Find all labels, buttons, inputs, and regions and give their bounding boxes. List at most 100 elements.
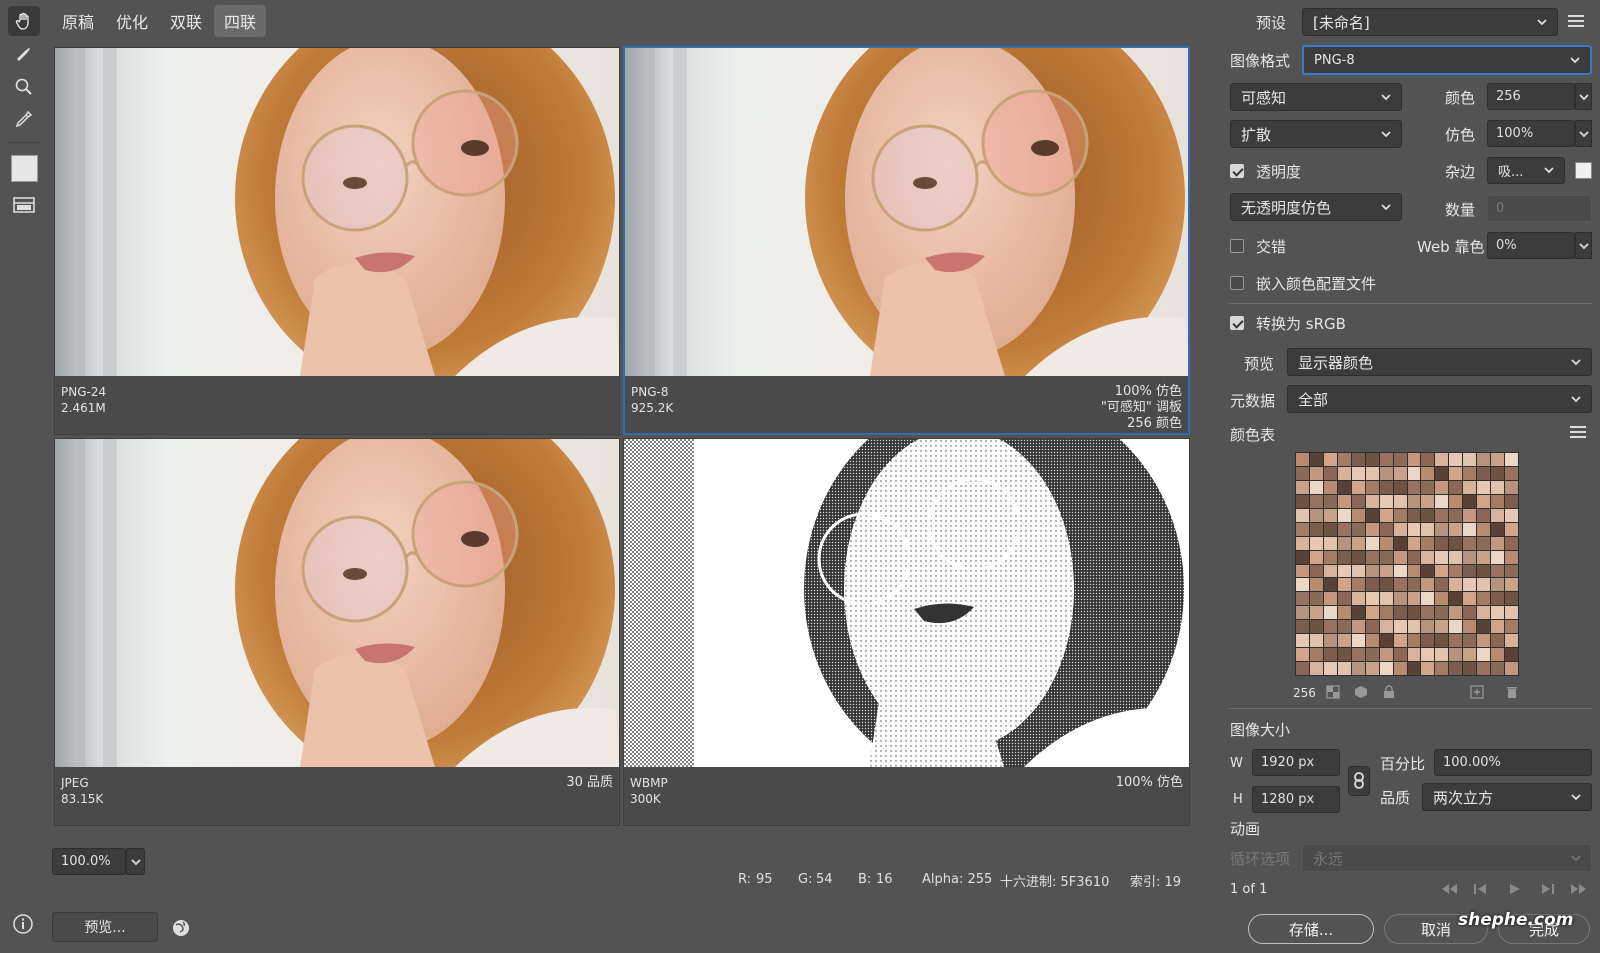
color-swatch[interactable] [1463, 634, 1477, 648]
eyedropper-color-swatch[interactable] [11, 155, 38, 182]
color-swatch[interactable] [1505, 578, 1518, 592]
color-swatch[interactable] [1393, 662, 1407, 675]
colors-dropdown-button[interactable] [1575, 83, 1592, 110]
color-swatch[interactable] [1463, 522, 1477, 536]
color-swatch[interactable] [1379, 592, 1393, 606]
color-swatch[interactable] [1323, 494, 1337, 508]
slice-select-tool-icon[interactable] [8, 40, 40, 70]
color-swatch[interactable] [1379, 522, 1393, 536]
eyedropper-tool-icon[interactable] [8, 104, 40, 134]
color-swatch[interactable] [1421, 480, 1435, 494]
embed-profile-checkbox[interactable] [1230, 276, 1244, 290]
color-swatch[interactable] [1351, 508, 1365, 522]
tab-2-up[interactable]: 双联 [160, 5, 212, 37]
color-swatch[interactable] [1309, 564, 1323, 578]
color-swatch[interactable] [1477, 592, 1491, 606]
play-icon[interactable] [1508, 883, 1522, 895]
color-swatch[interactable] [1393, 634, 1407, 648]
color-swatch[interactable] [1379, 620, 1393, 634]
tab-original[interactable]: 原稿 [52, 5, 104, 37]
preview-pane-png24[interactable]: PNG-24 2.461M [54, 47, 620, 435]
color-swatch[interactable] [1323, 508, 1337, 522]
color-swatch[interactable] [1309, 494, 1323, 508]
color-swatch[interactable] [1421, 466, 1435, 480]
color-swatch[interactable] [1421, 564, 1435, 578]
color-swatch[interactable] [1365, 522, 1379, 536]
color-swatch[interactable] [1407, 620, 1421, 634]
convert-srgb-checkbox[interactable] [1230, 316, 1244, 330]
color-swatch[interactable] [1351, 536, 1365, 550]
color-swatch[interactable] [1309, 648, 1323, 662]
color-swatch[interactable] [1449, 620, 1463, 634]
color-swatch[interactable] [1393, 466, 1407, 480]
color-swatch[interactable] [1296, 662, 1309, 675]
color-swatch[interactable] [1491, 480, 1505, 494]
color-swatch[interactable] [1491, 634, 1505, 648]
color-swatch[interactable] [1351, 494, 1365, 508]
color-swatch[interactable] [1296, 592, 1309, 606]
color-swatch[interactable] [1365, 466, 1379, 480]
color-swatch[interactable] [1449, 606, 1463, 620]
color-swatch[interactable] [1379, 494, 1393, 508]
color-swatch[interactable] [1477, 578, 1491, 592]
height-field[interactable]: 1280 px [1252, 786, 1340, 813]
preset-dropdown[interactable]: [未命名] [1302, 8, 1558, 36]
color-swatch[interactable] [1435, 606, 1449, 620]
color-swatch[interactable] [1351, 620, 1365, 634]
color-swatch[interactable] [1365, 662, 1379, 675]
info-icon[interactable] [12, 913, 34, 935]
color-swatch[interactable] [1477, 550, 1491, 564]
color-swatch[interactable] [1393, 564, 1407, 578]
color-swatch[interactable] [1309, 620, 1323, 634]
interlaced-checkbox[interactable] [1230, 239, 1244, 253]
color-swatch[interactable] [1337, 634, 1351, 648]
color-swatch[interactable] [1505, 634, 1518, 648]
color-swatch[interactable] [1463, 453, 1477, 466]
color-swatch[interactable] [1323, 536, 1337, 550]
color-swatch[interactable] [1477, 662, 1491, 675]
color-swatch[interactable] [1337, 453, 1351, 466]
color-swatch[interactable] [1505, 662, 1518, 675]
color-swatch[interactable] [1463, 480, 1477, 494]
color-swatch[interactable] [1296, 550, 1309, 564]
color-swatch[interactable] [1323, 662, 1337, 675]
color-swatch[interactable] [1449, 453, 1463, 466]
color-swatch[interactable] [1421, 494, 1435, 508]
color-swatch[interactable] [1296, 480, 1309, 494]
color-swatch[interactable] [1296, 606, 1309, 620]
constrain-proportions-link-icon[interactable] [1348, 766, 1370, 796]
color-swatch[interactable] [1491, 662, 1505, 675]
color-table-menu-icon[interactable] [1570, 426, 1586, 438]
color-table-grid[interactable] [1295, 452, 1519, 676]
color-swatch[interactable] [1449, 466, 1463, 480]
color-swatch[interactable] [1477, 620, 1491, 634]
web-snap-dropdown-button[interactable] [1575, 232, 1592, 259]
color-swatch[interactable] [1407, 564, 1421, 578]
next-frame-icon[interactable] [1540, 883, 1556, 895]
color-swatch[interactable] [1421, 536, 1435, 550]
color-swatch[interactable] [1337, 466, 1351, 480]
color-swatch[interactable] [1491, 620, 1505, 634]
color-swatch[interactable] [1435, 522, 1449, 536]
color-swatch[interactable] [1379, 466, 1393, 480]
color-swatch[interactable] [1337, 536, 1351, 550]
color-swatch[interactable] [1407, 550, 1421, 564]
color-swatch[interactable] [1337, 662, 1351, 675]
color-swatch[interactable] [1323, 648, 1337, 662]
color-swatch[interactable] [1365, 494, 1379, 508]
color-swatch[interactable] [1379, 648, 1393, 662]
transparency-dither-dropdown[interactable]: 无透明度仿色 [1230, 193, 1402, 221]
color-swatch[interactable] [1365, 620, 1379, 634]
color-swatch[interactable] [1323, 620, 1337, 634]
matte-dropdown[interactable]: 吸... [1487, 157, 1565, 184]
color-swatch[interactable] [1351, 592, 1365, 606]
tab-4-up[interactable]: 四联 [214, 5, 267, 37]
resample-quality-dropdown[interactable]: 两次立方 [1422, 783, 1592, 811]
color-swatch[interactable] [1491, 564, 1505, 578]
color-swatch[interactable] [1463, 564, 1477, 578]
color-swatch[interactable] [1463, 536, 1477, 550]
color-swatch[interactable] [1337, 550, 1351, 564]
color-swatch[interactable] [1407, 480, 1421, 494]
color-swatch[interactable] [1393, 592, 1407, 606]
hand-tool-icon[interactable] [8, 6, 40, 36]
